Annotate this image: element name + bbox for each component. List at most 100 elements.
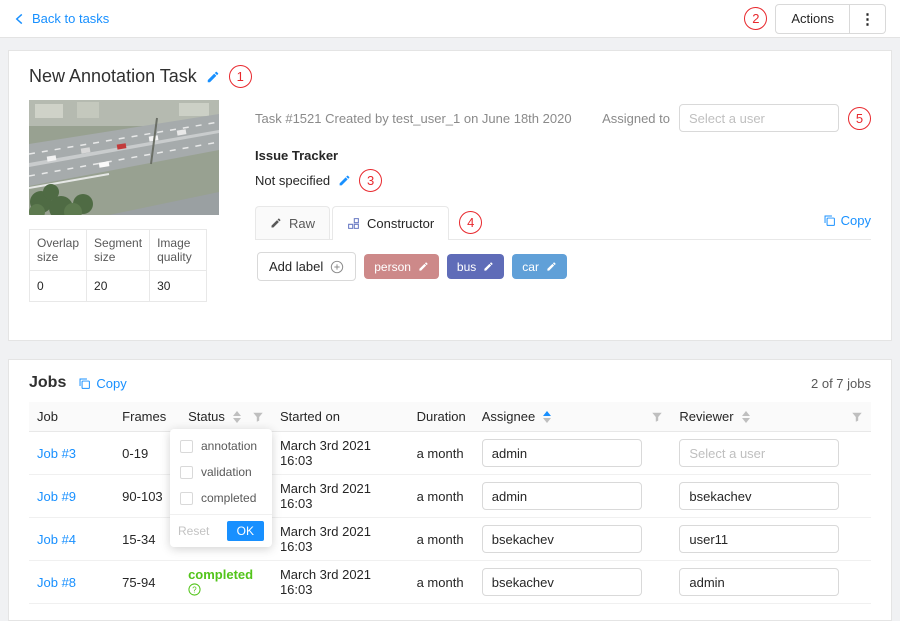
assignee-input[interactable] [482, 439, 642, 467]
column-header-job: Job [29, 402, 114, 432]
edit-label-icon[interactable] [546, 261, 557, 272]
filter-option-label: validation [201, 465, 252, 479]
edit-label-icon[interactable] [483, 261, 494, 272]
assigned-to-label: Assigned to [602, 111, 670, 126]
filter-option-completed[interactable]: completed [170, 485, 272, 511]
more-menu-button[interactable]: ⋮ [850, 4, 886, 34]
more-icon: ⋮ [860, 10, 875, 28]
filter-option-annotation[interactable]: annotation [170, 433, 272, 459]
label-chip-bus[interactable]: bus [447, 254, 504, 279]
status-filter-icon[interactable] [252, 411, 264, 423]
column-header-assignee[interactable]: Assignee [474, 402, 672, 432]
copy-icon [78, 377, 91, 390]
reviewer-input[interactable] [679, 525, 839, 553]
copy-labels-label: Copy [841, 213, 871, 228]
started-cell: March 3rd 2021 16:03 [272, 518, 409, 561]
labels-editor-tabs: Raw Constructor 4 Copy [255, 206, 871, 240]
annotation-circle-4: 4 [459, 211, 482, 234]
reviewer-input[interactable] [679, 439, 839, 467]
status-filter-dropdown: annotation validation completed Reset OK [170, 429, 272, 547]
annotation-circle-1: 1 [229, 65, 252, 88]
reviewer-input[interactable] [679, 482, 839, 510]
table-row: Job #9 90-103 March 3rd 2021 16:03 a mon… [29, 475, 871, 518]
param-header-overlap: Overlap size [30, 230, 87, 271]
started-cell: March 3rd 2021 16:03 [272, 561, 409, 604]
annotation-circle-3: 3 [359, 169, 382, 192]
tab-raw[interactable]: Raw [255, 206, 330, 239]
label-chip-car-text: car [522, 260, 539, 274]
started-cell: March 3rd 2021 16:03 [272, 432, 409, 475]
topbar: Back to tasks 2 Actions ⋮ [0, 0, 900, 38]
table-row: Job #4 15-34 March 3rd 2021 16:03 a mont… [29, 518, 871, 561]
assignee-input[interactable] [482, 568, 642, 596]
label-chip-person-text: person [374, 260, 411, 274]
edit-issue-tracker-icon[interactable] [338, 174, 351, 187]
status-text: completed [188, 567, 253, 582]
job-link[interactable]: Job #3 [37, 446, 76, 461]
jobs-table: Job Frames Status Started on Duration As… [29, 402, 871, 604]
sort-icons [233, 411, 241, 423]
param-value-quality: 30 [150, 271, 207, 302]
assignee-filter-icon[interactable] [651, 411, 663, 423]
plus-circle-icon [330, 260, 344, 274]
copy-jobs-link[interactable]: Copy [78, 376, 126, 391]
assignee-input[interactable] [482, 482, 642, 510]
duration-cell: a month [409, 432, 474, 475]
tab-constructor[interactable]: Constructor [332, 206, 449, 239]
filter-option-label: annotation [201, 439, 257, 453]
pencil-icon [270, 217, 282, 229]
block-icon [347, 217, 360, 230]
task-details-card: New Annotation Task 1 [8, 50, 892, 341]
param-header-segment: Segment size [87, 230, 150, 271]
labels-constructor-area: Add label person bus car [255, 240, 871, 293]
task-preview-image [29, 100, 219, 215]
sort-icons [742, 411, 750, 423]
tab-constructor-label: Constructor [367, 216, 434, 231]
duration-cell: a month [409, 475, 474, 518]
add-label-label: Add label [269, 259, 323, 274]
param-value-overlap: 0 [30, 271, 87, 302]
actions-button-group: Actions ⋮ [775, 4, 886, 34]
param-header-quality: Image quality [150, 230, 207, 271]
table-row: Job #8 75-94 completed? March 3rd 2021 1… [29, 561, 871, 604]
task-parameters-table: Overlap size Segment size Image quality … [29, 229, 207, 302]
filter-ok-button[interactable]: OK [227, 521, 264, 541]
label-chip-bus-text: bus [457, 260, 476, 274]
table-row: Job #3 0-19 March 3rd 2021 16:03 a month [29, 432, 871, 475]
checkbox-icon [180, 466, 193, 479]
job-link[interactable]: Job #8 [37, 575, 76, 590]
filter-option-label: completed [201, 491, 256, 505]
annotation-circle-5: 5 [848, 107, 871, 130]
job-link[interactable]: Job #4 [37, 532, 76, 547]
assignee-input[interactable] [482, 525, 642, 553]
duration-cell: a month [409, 561, 474, 604]
chevron-left-icon [14, 13, 25, 25]
param-value-segment: 20 [87, 271, 150, 302]
column-header-reviewer[interactable]: Reviewer [671, 402, 871, 432]
job-link[interactable]: Job #9 [37, 489, 76, 504]
label-chip-car[interactable]: car [512, 254, 567, 279]
sort-icons-active [543, 411, 551, 423]
reviewer-filter-icon[interactable] [851, 411, 863, 423]
column-header-started: Started on [272, 402, 409, 432]
copy-icon [823, 214, 836, 227]
label-chip-person[interactable]: person [364, 254, 439, 279]
reviewer-input[interactable] [679, 568, 839, 596]
edit-title-icon[interactable] [206, 70, 220, 84]
started-cell: March 3rd 2021 16:03 [272, 475, 409, 518]
duration-cell: a month [409, 518, 474, 561]
copy-labels-link[interactable]: Copy [823, 213, 871, 232]
filter-option-validation[interactable]: validation [170, 459, 272, 485]
filter-reset-button[interactable]: Reset [178, 524, 209, 538]
back-to-tasks-link[interactable]: Back to tasks [14, 11, 109, 26]
column-header-status[interactable]: Status [180, 402, 272, 432]
issue-tracker-value: Not specified [255, 173, 330, 188]
status-cell: completed? [180, 561, 272, 604]
jobs-count: 2 of 7 jobs [811, 376, 871, 391]
add-label-button[interactable]: Add label [257, 252, 356, 281]
annotation-circle-2: 2 [744, 7, 767, 30]
task-assignee-input[interactable] [679, 104, 839, 132]
actions-button[interactable]: Actions [775, 4, 850, 34]
edit-label-icon[interactable] [418, 261, 429, 272]
task-title: New Annotation Task [29, 66, 197, 87]
